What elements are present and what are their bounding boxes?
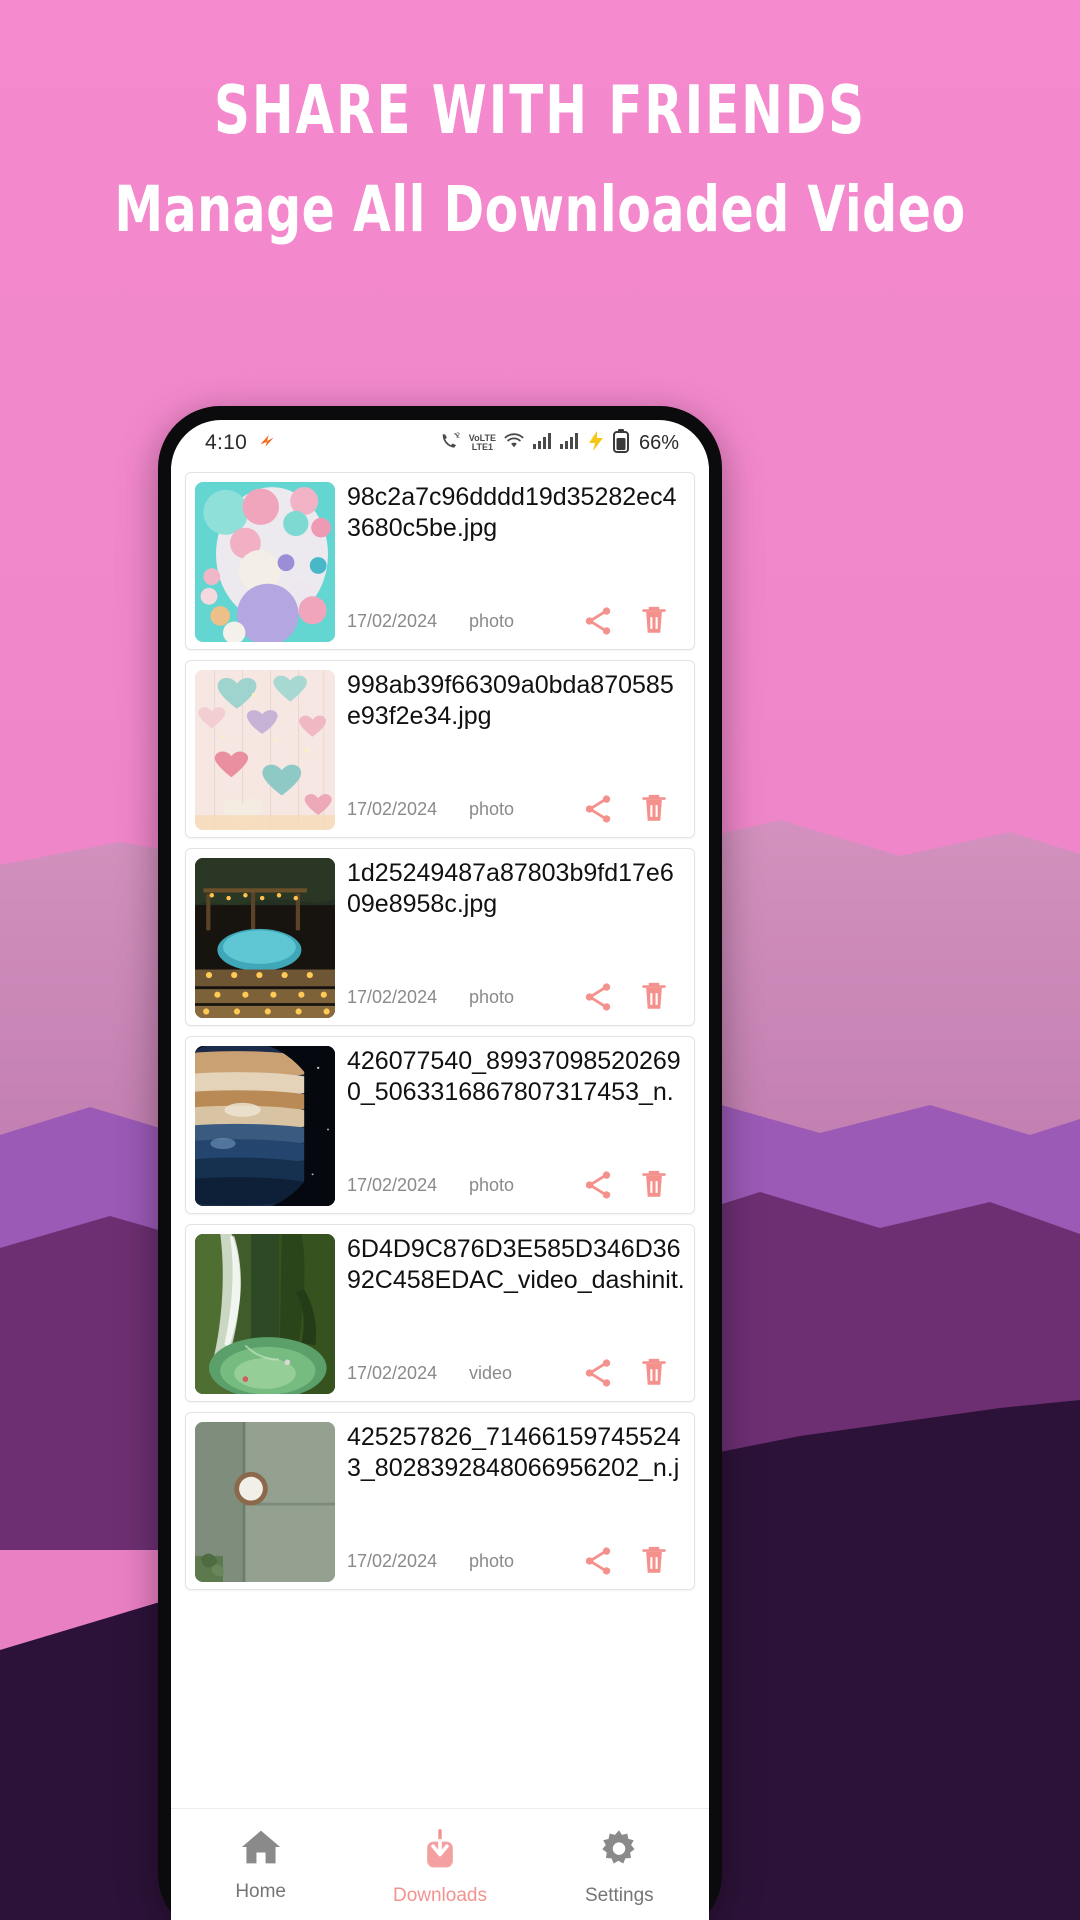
file-date: 17/02/2024 [347,798,438,819]
volte-icon: VoLTE LTE1 [469,434,496,452]
file-type: photo [469,798,515,819]
list-item[interactable]: 425257826_714661597455243_80283928480669… [185,1412,695,1590]
file-meta: 17/02/2024 photo [347,1168,685,1204]
status-bar-left: 4:10 [205,431,277,456]
file-thumbnail[interactable] [195,1046,335,1206]
share-icon[interactable] [581,980,615,1014]
share-icon[interactable] [581,1168,615,1202]
file-date: 17/02/2024 [347,1174,438,1195]
home-icon [239,1827,283,1872]
file-type: photo [469,986,515,1007]
battery-percent: 66% [638,431,679,454]
trash-icon[interactable] [638,792,670,826]
svg-text:2: 2 [456,431,460,439]
status-time: 4:10 [205,431,248,454]
wifi-icon [503,432,525,455]
file-type: photo [469,610,515,631]
file-date: 17/02/2024 [347,1362,438,1383]
downloads-list[interactable]: 98c2a7c96dddd19d35282ec43680c5be.jpg 17/… [171,466,709,1848]
call-icon: 2 [440,431,462,456]
trash-icon[interactable] [638,1356,670,1390]
headline-secondary: Manage All Downloaded Video [114,172,966,247]
file-type: photo [469,1174,515,1195]
trash-icon[interactable] [638,604,670,638]
file-actions [569,604,681,638]
file-thumbnail[interactable] [195,670,335,830]
file-meta: 17/02/2024 video [347,1356,685,1392]
file-actions [569,980,681,1014]
promo-headline: SHARE WITH FRIENDS Manage All Downloaded… [0,72,1080,241]
file-info: 6D4D9C876D3E585D346D3692C458EDAC_video_d… [335,1234,685,1392]
list-item[interactable]: 1d25249487a87803b9fd17e609e8958c.jpg 17/… [185,848,695,1026]
list-item[interactable]: 6D4D9C876D3E585D346D3692C458EDAC_video_d… [185,1224,695,1402]
battery-icon [612,428,629,458]
volte-bottom-label: LTE1 [471,442,494,452]
file-actions [569,792,681,826]
file-name: 6D4D9C876D3E585D346D3692C458EDAC_video_d… [347,1235,685,1300]
file-actions [569,1544,681,1578]
file-thumbnail[interactable] [195,1422,335,1582]
file-meta: 17/02/2024 photo [347,980,685,1016]
nav-item-settings[interactable]: Settings [530,1827,709,1907]
file-name: 998ab39f66309a0bda870585e93f2e34.jpg [347,671,674,730]
list-item[interactable]: 426077540_899370985202690_50633168678073… [185,1036,695,1214]
file-date: 17/02/2024 [347,610,438,631]
nav-label-downloads: Downloads [392,1885,487,1906]
file-name: 426077540_899370985202690_50633168678073… [347,1047,681,1112]
headline-primary: SHARE WITH FRIENDS [213,72,867,150]
file-info: 98c2a7c96dddd19d35282ec43680c5be.jpg 17/… [335,482,685,640]
file-meta: 17/02/2024 photo [347,1544,685,1580]
phone-mockup: 4:10 2 VoLTE LTE1 66% 98c2a7c96dddd19d35… [158,406,722,1920]
nav-label-settings: Settings [584,1885,654,1906]
file-name: 425257826_714661597455243_80283928480669… [347,1423,681,1488]
nav-item-downloads[interactable]: Downloads [350,1827,529,1907]
file-info: 426077540_899370985202690_50633168678073… [335,1046,685,1204]
share-icon[interactable] [581,1544,615,1578]
download-icon [418,1827,462,1876]
file-info: 1d25249487a87803b9fd17e609e8958c.jpg 17/… [335,858,685,1016]
charging-bolt-icon [586,430,606,457]
file-type: video [469,1362,513,1383]
signal-icon [559,432,579,455]
file-meta: 17/02/2024 photo [347,792,685,828]
signal-icon [532,432,552,455]
file-info: 998ab39f66309a0bda870585e93f2e34.jpg 17/… [335,670,685,828]
trash-icon[interactable] [638,1544,670,1578]
status-bar: 4:10 2 VoLTE LTE1 66% [171,420,709,466]
file-info: 425257826_714661597455243_80283928480669… [335,1422,685,1580]
file-actions [569,1356,681,1390]
gear-icon [597,1827,641,1876]
status-bar-right: 2 VoLTE LTE1 66% [440,428,679,458]
bottom-navigation: Home Downloads Settings [171,1808,709,1920]
trash-icon[interactable] [638,980,670,1014]
phone-screen: 4:10 2 VoLTE LTE1 66% 98c2a7c96dddd19d35… [171,420,709,1920]
file-actions [569,1168,681,1202]
list-item[interactable]: 98c2a7c96dddd19d35282ec43680c5be.jpg 17/… [185,472,695,650]
app-notification-icon [257,431,277,456]
file-thumbnail[interactable] [195,858,335,1018]
share-icon[interactable] [581,792,615,826]
file-date: 17/02/2024 [347,986,438,1007]
nav-item-home[interactable]: Home [171,1827,350,1903]
trash-icon[interactable] [638,1168,670,1202]
file-type: photo [469,1550,515,1571]
nav-label-home: Home [235,1881,286,1902]
file-meta: 17/02/2024 photo [347,604,685,640]
list-item[interactable]: 998ab39f66309a0bda870585e93f2e34.jpg 17/… [185,660,695,838]
share-icon[interactable] [581,1356,615,1390]
file-name: 98c2a7c96dddd19d35282ec43680c5be.jpg [347,483,677,542]
promo-screenshot: SHARE WITH FRIENDS Manage All Downloaded… [0,0,1080,1920]
file-date: 17/02/2024 [347,1550,438,1571]
file-thumbnail[interactable] [195,482,335,642]
file-thumbnail[interactable] [195,1234,335,1394]
share-icon[interactable] [581,604,615,638]
file-name: 1d25249487a87803b9fd17e609e8958c.jpg [347,859,674,918]
